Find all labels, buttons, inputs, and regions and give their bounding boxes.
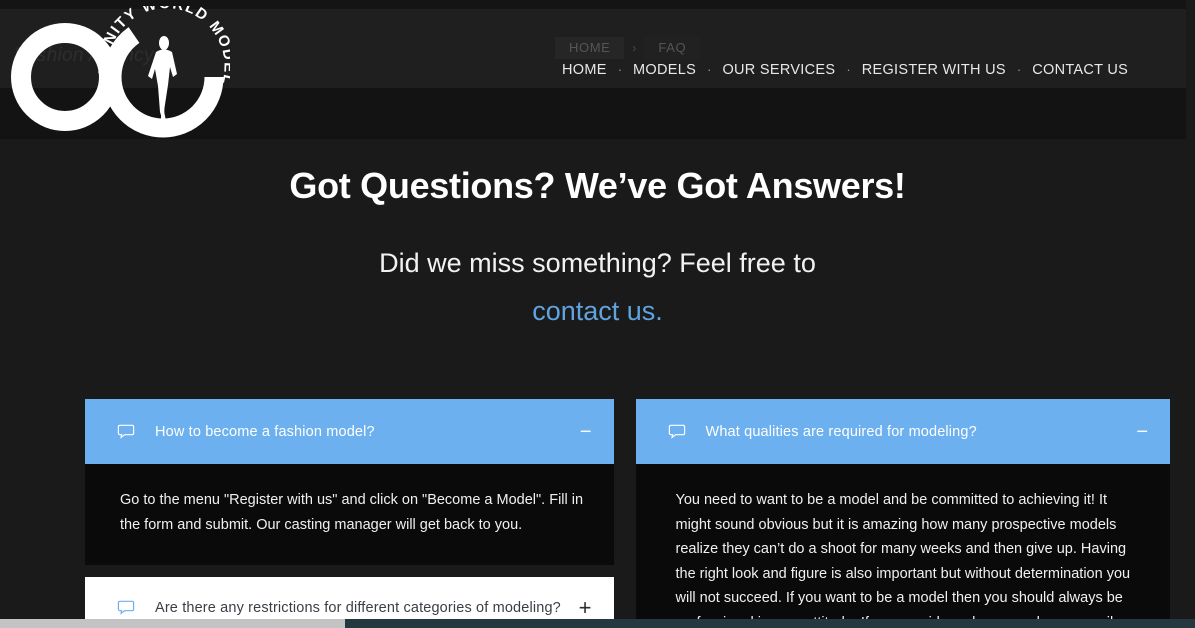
nav-item-home[interactable]: HOME <box>562 61 607 79</box>
accordion-answer-text: You need to want to be a model and be co… <box>675 492 1131 628</box>
nav-separator-dot: · <box>846 62 851 77</box>
nav-separator-dot: · <box>707 62 712 77</box>
horizontal-scrollbar[interactable] <box>0 619 1195 628</box>
horizontal-scrollbar-thumb[interactable] <box>0 619 345 628</box>
comment-bubble-icon <box>117 423 135 441</box>
page-title: Got Questions? We’ve Got Answers! <box>289 165 906 206</box>
nav-separator-dot: · <box>617 62 623 77</box>
breadcrumb-item-home[interactable]: HOME <box>555 37 625 59</box>
accordion-header-what-qualities-are-required[interactable]: What qualities are required for modeling… <box>635 399 1170 464</box>
accordion-panel: You need to want to be a model and be co… <box>635 464 1170 628</box>
accordion-item: What qualities are required for modeling… <box>635 399 1170 628</box>
breadcrumb-separator-icon: › <box>632 41 637 55</box>
breadcrumb: HOME › FAQ <box>555 37 701 59</box>
accordion-question-text: What qualities are required for modeling… <box>705 423 977 440</box>
nav-separator-dot: · <box>1016 62 1022 77</box>
main-navigation: HOME · MODELS · OUR SERVICES · REGISTER … <box>562 61 1128 79</box>
accordion-panel: Go to the menu "Register with us" and cl… <box>85 464 614 565</box>
accordion-expand-toggle[interactable]: + <box>569 597 592 619</box>
faq-section: How to become a fashion model? − Go to t… <box>0 399 1195 628</box>
nav-item-register-with-us[interactable]: REGISTER WITH US <box>862 61 1006 79</box>
accordion-header-how-to-become-a-fashion-model[interactable]: How to become a fashion model? − <box>85 399 614 464</box>
comment-bubble-icon <box>117 599 135 617</box>
hero-subtitle: Did we miss something? Feel free to <box>379 248 816 278</box>
faq-column-right: What qualities are required for modeling… <box>635 399 1170 628</box>
nav-item-contact-us[interactable]: CONTACT US <box>1032 61 1128 79</box>
comment-bubble-icon <box>668 423 686 441</box>
site-logo[interactable]: INFINITY WORLD MODELS <box>2 0 236 141</box>
accordion-collapse-toggle[interactable]: − <box>570 422 592 442</box>
hero-section: Got Questions? We’ve Got Answers! Did we… <box>0 139 1195 335</box>
accordion-question-text: Are there any restrictions for different… <box>155 600 561 616</box>
nav-item-models[interactable]: MODELS <box>633 61 696 79</box>
nav-item-our-services[interactable]: OUR SERVICES <box>722 61 835 79</box>
accordion-question-text: How to become a fashion model? <box>155 423 375 440</box>
accordion-answer-text: Go to the menu "Register with us" and cl… <box>120 492 584 533</box>
page-root: Fashion Agency INFINITY WORLD MODELS <box>0 0 1195 628</box>
breadcrumb-item-faq[interactable]: FAQ <box>644 37 701 59</box>
accordion-collapse-toggle[interactable]: − <box>1126 422 1148 442</box>
faq-column-left: How to become a fashion model? − Go to t… <box>85 399 614 628</box>
contact-us-link[interactable]: contact us. <box>0 287 1195 335</box>
right-edge-gutter <box>1186 0 1195 619</box>
accordion-item: How to become a fashion model? − Go to t… <box>85 399 614 565</box>
